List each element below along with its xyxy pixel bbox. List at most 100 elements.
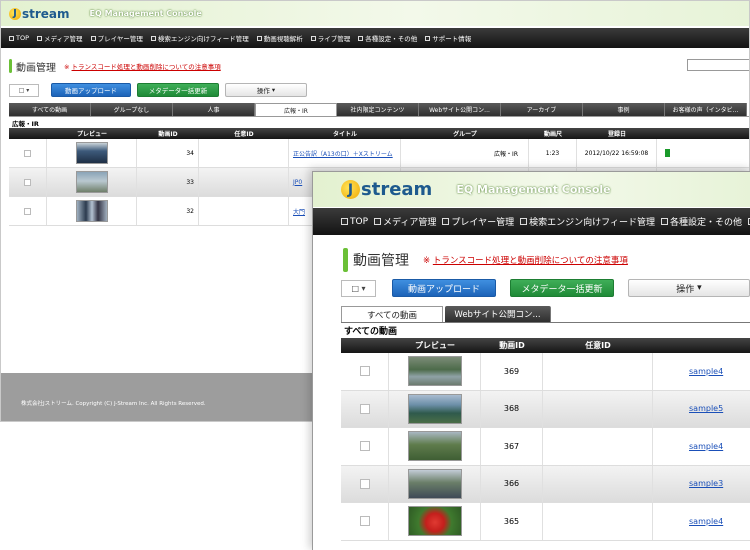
logo-j-icon: J [9, 7, 21, 20]
nav-item-7[interactable]: サポート情報 [425, 33, 471, 43]
bulk-select-dropdown[interactable]: □ ▾ [9, 83, 39, 97]
row-checkbox[interactable] [359, 516, 370, 527]
video-title-link[interactable]: JP0 [293, 179, 302, 186]
tab-5[interactable]: Webサイト公開コン... [419, 103, 501, 116]
nav-item-1[interactable]: メディア管理 [374, 215, 436, 228]
row-checkbox[interactable] [359, 366, 370, 377]
table-row[interactable]: 34 正公告訳（A13の口）＋Xストリーム 広報・IR 1:23 2012/10/22 … [9, 139, 749, 168]
nav-item-label: 各種設定・その他 [365, 35, 418, 43]
search-input[interactable] [687, 59, 749, 71]
video-thumbnail[interactable] [75, 200, 108, 222]
nav-item-3[interactable]: 検索エンジン向けフィード管理 [520, 215, 655, 228]
row-checkbox[interactable] [359, 478, 370, 489]
nav-item-6[interactable]: 各種設定・その他 [358, 33, 417, 43]
video-thumbnail[interactable] [407, 468, 462, 499]
registered-date: 2012/10/22 16:59:08 [577, 139, 657, 167]
row-checkbox[interactable] [24, 149, 31, 157]
table-row[interactable]: 365 sample4 [341, 503, 750, 541]
video-table: 369 sample4 368 sample5 367 sample4 366 sample3… [341, 353, 750, 541]
video-thumbnail[interactable] [407, 506, 462, 537]
table-row[interactable]: 368 sample5 [341, 390, 750, 428]
nav-check-icon [341, 218, 348, 225]
upload-button[interactable]: 動画アップロード [51, 83, 131, 97]
nav-item-0[interactable]: TOP [9, 34, 29, 42]
video-thumbnail[interactable] [407, 393, 462, 424]
tab-4[interactable]: 社内限定コンテンツ [337, 103, 419, 116]
video-title-link[interactable]: sample3 [689, 479, 723, 488]
nav-check-icon [520, 218, 528, 225]
nav-check-icon [660, 218, 668, 225]
operations-button[interactable]: 操作 ▾ [628, 279, 750, 297]
operations-button[interactable]: 操作 ▾ [225, 83, 307, 97]
tab-2[interactable]: 人事 [173, 103, 255, 116]
nav-check-icon [374, 218, 382, 225]
meta-update-button[interactable]: メタデータ一括更新 [137, 83, 219, 97]
nav-item-0[interactable]: TOP [341, 217, 368, 227]
nav-item-label: サポート情報 [432, 35, 472, 43]
video-thumbnail[interactable] [75, 171, 108, 193]
tab-3[interactable]: 広報・IR [255, 103, 337, 116]
nav-item-1[interactable]: メディア管理 [37, 33, 83, 43]
table-row[interactable]: 367 sample4 [341, 428, 750, 466]
video-id: 369 [481, 353, 543, 390]
page-bar: 動画管理 ※ トランスコード処理と動画削除についての注意事項 [1, 56, 749, 76]
video-title-link[interactable]: 正公告訳（A13の口）＋Xストリーム [293, 149, 393, 158]
video-title-link[interactable]: sample5 [689, 404, 723, 413]
tab-0[interactable]: すべての動画 [9, 103, 91, 116]
table-header: プレビュー 動画ID 任意ID [341, 338, 750, 353]
nav-item-label: メディア管理 [44, 35, 83, 43]
row-checkbox[interactable] [24, 178, 31, 186]
nav-item-2[interactable]: プレイヤー管理 [90, 33, 143, 43]
video-title-link[interactable]: sample4 [689, 367, 723, 376]
video-title-link[interactable]: sample4 [689, 442, 723, 451]
page-bar: 動画管理 ※ トランスコード処理と動画削除についての注意事項 [313, 247, 750, 273]
meta-update-button[interactable]: メタデータ一括更新 [510, 279, 614, 297]
video-title-link[interactable]: sample4 [689, 517, 723, 526]
tab-1[interactable]: グループなし [91, 103, 173, 116]
video-title-link[interactable]: 大門 [293, 207, 305, 216]
operations-label: 操作 [256, 87, 270, 95]
video-thumbnail[interactable] [407, 431, 462, 462]
nav-item-4[interactable]: 動画視聴解析 [256, 33, 303, 43]
custom-id [199, 139, 289, 167]
row-checkbox[interactable] [359, 441, 370, 452]
table-row[interactable]: 369 sample4 [341, 353, 750, 391]
row-checkbox-cell [341, 353, 389, 390]
title-cell: 正公告訳（A13の口）＋Xストリーム [289, 139, 401, 167]
row-checkbox[interactable] [24, 207, 31, 215]
header: J stream EQ Management Console [313, 172, 750, 207]
upload-button[interactable]: 動画アップロード [392, 279, 496, 297]
row-checkbox[interactable] [359, 403, 370, 414]
group-tabs: すべての動画 グループなし 人事 広報・IR 社内限定コンテンツ Webサイト公開コン..… [9, 103, 747, 116]
warning-notice: ※ トランスコード処理と動画削除についての注意事項 [64, 61, 221, 71]
tab-7[interactable]: 事例 [583, 103, 665, 116]
video-thumbnail[interactable] [75, 142, 108, 164]
tab-6[interactable]: アーカイブ [501, 103, 583, 116]
nav-item-2[interactable]: プレイヤー管理 [442, 215, 514, 228]
logo-text: stream [361, 179, 433, 200]
bulk-select-dropdown[interactable]: □ ▾ [341, 279, 376, 297]
main-nav: TOPメディア管理プレイヤー管理検索エンジン向けフィード管理各種設定・その他サポ… [313, 208, 750, 235]
nav-item-3[interactable]: 検索エンジン向けフィード管理 [150, 33, 249, 43]
nav-item-label: 動画視聴解析 [263, 35, 303, 43]
col-header-2: 動画ID [158, 131, 178, 138]
nav-item-5[interactable]: ライブ管理 [310, 33, 350, 43]
warning-link[interactable]: トランスコード処理と動画削除についての注意事項 [72, 63, 221, 71]
toolbar: □ ▾ 動画アップロード メタデータ一括更新 操作 ▾ [9, 83, 307, 97]
video-id: 368 [481, 390, 543, 427]
warning-link[interactable]: トランスコード処理と動画削除についての注意事項 [433, 256, 628, 266]
custom-id [543, 465, 653, 502]
row-checkbox-cell [341, 390, 389, 427]
tab-0[interactable]: すべての動画 [341, 306, 443, 322]
tab-8[interactable]: お客様の声（インタビ... [665, 103, 747, 116]
nav-check-icon [150, 35, 156, 41]
table-row[interactable]: 366 sample3 [341, 465, 750, 503]
toolbar: □ ▾ 動画アップロード メタデータ一括更新 操作 ▾ [341, 279, 750, 297]
nav-item-4[interactable]: 各種設定・その他 [660, 215, 742, 228]
page-title-accent [343, 248, 348, 272]
tab-1[interactable]: Webサイト公開コン... [445, 306, 551, 322]
custom-id [543, 503, 653, 540]
title-cell: sample4 [653, 428, 750, 465]
main-nav: TOP メディア管理 プレイヤー管理 検索エンジン向けフィード管理 動画視聴解析 ライブ管… [1, 28, 749, 48]
video-thumbnail[interactable] [407, 356, 462, 387]
